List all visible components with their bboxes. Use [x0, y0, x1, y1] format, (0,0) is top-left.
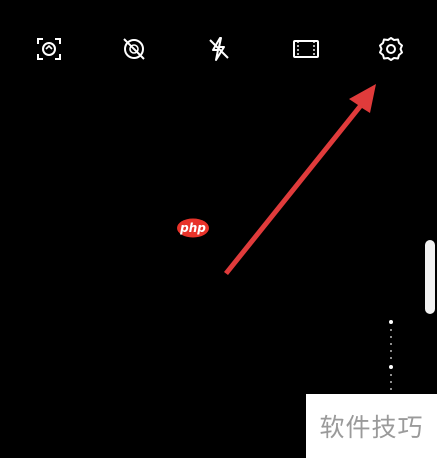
aspect-ratio-icon[interactable] — [291, 34, 321, 64]
camera-toolbar — [0, 0, 437, 100]
watermark: 软件技巧 — [306, 394, 437, 458]
zoom-scale[interactable] — [388, 320, 394, 400]
side-drawer-handle[interactable] — [425, 240, 435, 314]
php-logo-badge: php — [176, 218, 210, 238]
ai-scene-icon[interactable] — [34, 34, 64, 64]
hdr-off-icon[interactable] — [119, 34, 149, 64]
watermark-text: 软件技巧 — [319, 413, 424, 442]
flash-off-icon[interactable] — [204, 34, 234, 64]
php-badge-text: php — [180, 221, 206, 235]
settings-gear-icon[interactable] — [376, 34, 406, 64]
